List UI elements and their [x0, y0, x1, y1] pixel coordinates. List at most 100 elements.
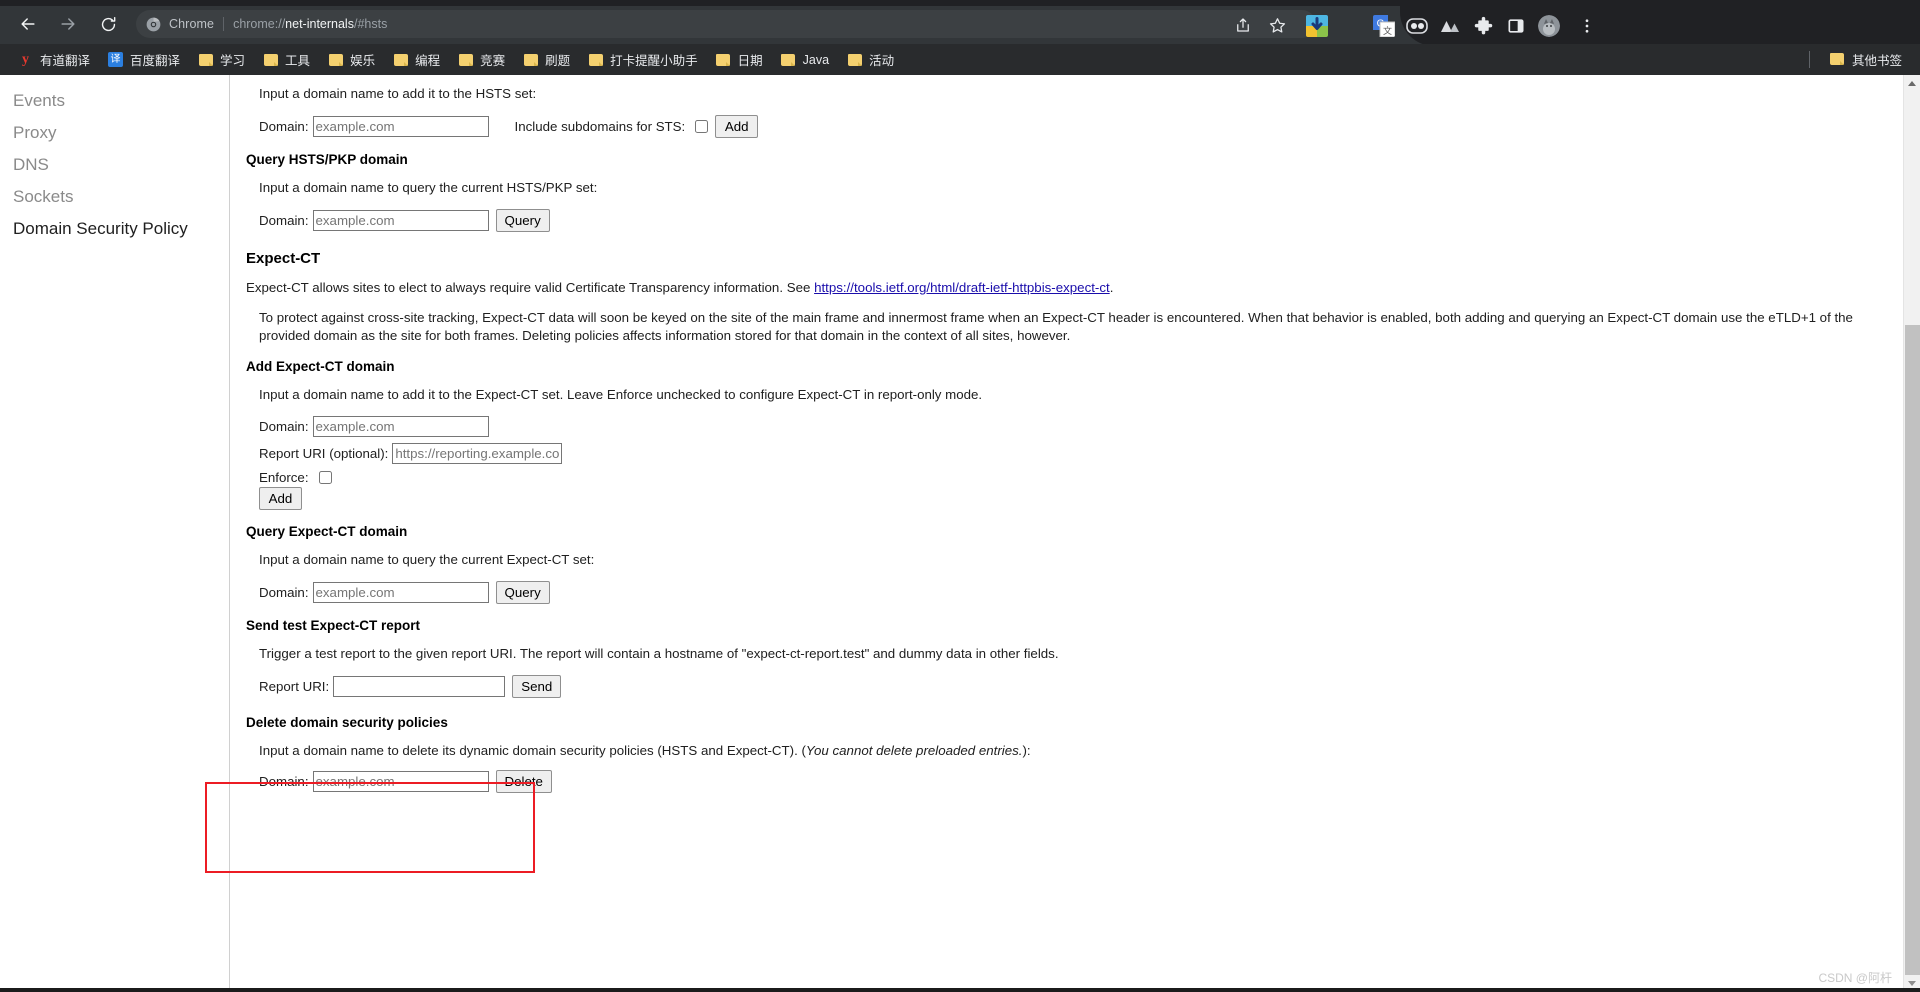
bookmark-folder-java[interactable]: Java: [773, 48, 837, 72]
send-report-uri-input[interactable]: [333, 675, 506, 697]
folder-icon: [198, 52, 213, 67]
chrome-menu-button[interactable]: [1576, 15, 1598, 37]
avatar: [1538, 15, 1560, 37]
scroll-up-arrow-icon[interactable]: [1904, 75, 1920, 92]
bookmark-youdao-translate[interactable]: y 有道翻译: [10, 48, 98, 72]
add-expect-ct-report-uri-row: Report URI (optional):: [259, 442, 1881, 464]
bookmark-folder-activity[interactable]: 活动: [839, 48, 902, 72]
add-hsts-domain-input[interactable]: [312, 115, 489, 137]
add-expect-ct-report-uri-label: Report URI (optional):: [259, 445, 389, 461]
svg-text:文: 文: [1383, 25, 1392, 36]
net-internals-sidebar: Events Proxy DNS Sockets Domain Security…: [0, 75, 230, 992]
enforce-checkbox[interactable]: [318, 470, 332, 484]
puzzle-icon: [1474, 16, 1492, 34]
sidebar-item-domain-security-policy[interactable]: Domain Security Policy: [0, 213, 229, 245]
bookmark-folder-programming[interactable]: 编程: [385, 48, 448, 72]
panel-square-icon: [1508, 19, 1524, 33]
expect-ct-spec-link[interactable]: https://tools.ietf.org/html/draft-ietf-h…: [814, 280, 1110, 295]
add-expect-ct-heading: Add Expect-CT domain: [246, 358, 395, 374]
bookmark-label: 学习: [220, 54, 246, 68]
mountain-extension-icon[interactable]: [1439, 15, 1461, 37]
bookmark-label: Java: [802, 52, 830, 67]
bookmark-label: 娱乐: [350, 54, 376, 68]
send-test-report-row: Report URI: Send: [259, 674, 1881, 698]
add-hsts-row: Domain: Include subdomains for STS: Add: [259, 114, 1881, 138]
bookmark-folder-checkin-helper[interactable]: 打卡提醒小助手: [580, 48, 706, 72]
add-expect-ct-description: Input a domain name to add it to the Exp…: [259, 386, 983, 402]
bookmark-folder-problems[interactable]: 刷题: [515, 48, 578, 72]
sidebar-item-sockets[interactable]: Sockets: [0, 181, 229, 213]
bookmark-label: 活动: [869, 54, 895, 68]
bookmark-label: 编程: [415, 54, 441, 68]
folder-icon: [263, 52, 278, 67]
folder-icon: [781, 52, 796, 67]
bookmark-folder-entertainment[interactable]: 娱乐: [320, 48, 383, 72]
add-expect-ct-report-uri-input[interactable]: [392, 442, 563, 464]
baidu-fanyi-favicon: 译: [108, 52, 124, 67]
query-hsts-domain-label: Domain:: [259, 212, 309, 228]
bookmark-folder-study[interactable]: 学习: [190, 48, 253, 72]
query-expect-ct-domain-input[interactable]: [312, 581, 489, 603]
query-hsts-domain-input[interactable]: [312, 209, 489, 231]
scrollbar-thumb[interactable]: [1905, 325, 1920, 975]
expect-ct-heading: Expect-CT: [246, 249, 321, 267]
add-expect-ct-domain-input[interactable]: [312, 415, 489, 437]
query-expect-ct-domain-label: Domain:: [259, 584, 309, 600]
bookmark-folder-contest[interactable]: 竞赛: [450, 48, 513, 72]
lastpass-extension-icon[interactable]: [1406, 15, 1428, 37]
expect-ct-keying-note: To protect against cross-site tracking, …: [259, 309, 1853, 343]
delete-policies-heading: Delete domain security policies: [246, 714, 448, 730]
expect-ct-intro-text: Expect-CT allows sites to elect to alway…: [246, 279, 815, 295]
add-expect-ct-button[interactable]: Add: [259, 486, 302, 510]
delete-policies-row: Domain: Delete: [259, 770, 1881, 794]
enforce-label: Enforce:: [259, 469, 309, 485]
profile-avatar-icon[interactable]: [1538, 15, 1560, 37]
sidebar-item-label: Events: [13, 91, 65, 110]
bookmark-folder-tools[interactable]: 工具: [255, 48, 318, 72]
download-manager-extension-icon[interactable]: [1306, 15, 1328, 37]
add-hsts-button[interactable]: Add: [715, 114, 759, 138]
delete-button[interactable]: Delete: [495, 770, 552, 794]
delete-domain-input[interactable]: [312, 771, 489, 793]
delete-policies-description: Input a domain name to delete its dynami…: [259, 742, 1881, 760]
bookmark-label: 工具: [285, 54, 311, 68]
delete-policies-description-text: Input a domain name to delete its dynami…: [259, 742, 806, 758]
sidebar-item-dns[interactable]: DNS: [0, 149, 229, 181]
query-hsts-button[interactable]: Query: [495, 208, 550, 232]
other-bookmarks-button[interactable]: 其他书签: [1822, 47, 1910, 71]
sidebar-item-label: Proxy: [13, 123, 57, 142]
sidebar-item-events[interactable]: Events: [0, 85, 229, 117]
domain-security-policy-panel: Input a domain name to add it to the HST…: [231, 75, 1903, 992]
google-translate-extension-icon[interactable]: G 文: [1373, 15, 1395, 37]
youdao-favicon: y: [22, 51, 29, 67]
sidebar-item-label: DNS: [13, 155, 49, 174]
query-expect-ct-description: Input a domain name to query the current…: [259, 551, 595, 567]
sidebar-item-proxy[interactable]: Proxy: [0, 117, 229, 149]
folder-icon: [716, 52, 731, 67]
folder-icon: [847, 52, 862, 67]
bookmark-folder-date[interactable]: 日期: [708, 48, 771, 72]
mountain-icon: [1441, 21, 1459, 32]
extension-icon-row: G 文: [0, 4, 1920, 48]
delete-policies-preloaded-note: You cannot delete preloaded entries.: [805, 742, 1023, 758]
include-subdomains-sts-checkbox[interactable]: [695, 119, 709, 133]
add-expect-ct-enforce-row: Enforce:: [259, 470, 1881, 485]
bookmark-label: 打卡提醒小助手: [610, 54, 698, 68]
folder-icon: [393, 52, 408, 67]
bookmark-label: 百度翻译: [130, 54, 181, 68]
query-expect-ct-button[interactable]: Query: [495, 580, 550, 604]
delete-policies-description-tail: ):: [1022, 742, 1031, 758]
folder-icon: [1830, 52, 1845, 67]
other-bookmarks-label: 其他书签: [1851, 53, 1902, 68]
bookmark-baidu-translate[interactable]: 译 百度翻译: [100, 48, 188, 72]
sidebar-item-label: Domain Security Policy: [13, 219, 188, 238]
send-report-button[interactable]: Send: [512, 674, 562, 698]
page-scrollbar[interactable]: [1903, 75, 1920, 992]
folder-icon: [328, 52, 343, 67]
add-hsts-description: Input a domain name to add it to the HST…: [259, 86, 537, 101]
extensions-puzzle-icon[interactable]: [1472, 15, 1494, 37]
query-expect-ct-heading: Query Expect-CT domain: [246, 523, 408, 539]
folder-icon: [458, 52, 473, 67]
delete-domain-label: Domain:: [259, 774, 309, 790]
side-panel-icon[interactable]: [1505, 15, 1527, 37]
